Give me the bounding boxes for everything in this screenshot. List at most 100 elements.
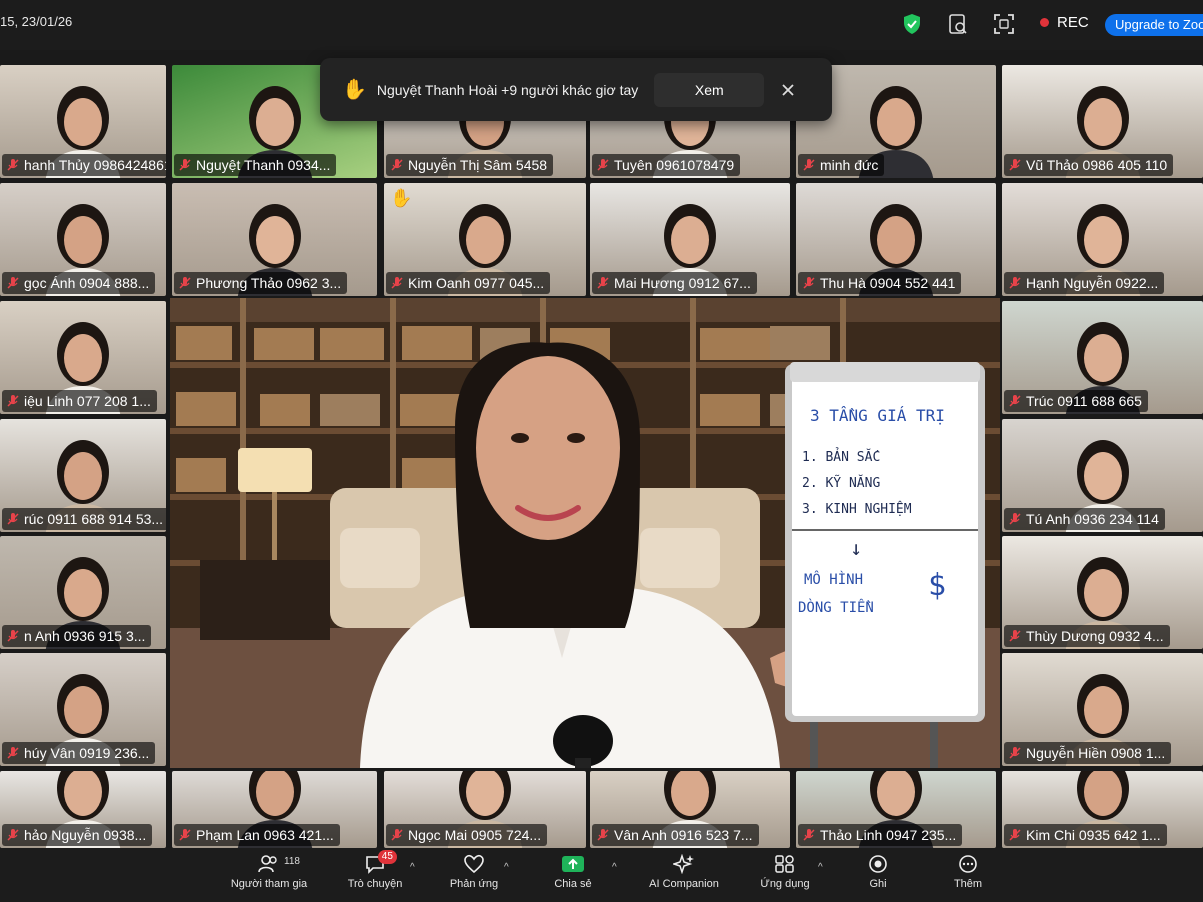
rec-label: REC xyxy=(1057,14,1089,31)
apps-button[interactable]: Ứng dụng xyxy=(756,854,814,890)
more-label: Thêm xyxy=(953,878,983,890)
presenter-video[interactable]: 3 TẦNG GIÁ TRỊ 1. BẢN SẮC 2. KỸ NĂNG 3. … xyxy=(170,298,1000,768)
participant-name-label: Vân Anh 0916 523 7... xyxy=(592,824,759,846)
participant-name-label: Kim Chi 0935 642 1... xyxy=(1004,824,1167,846)
more-button[interactable]: Thêm xyxy=(946,854,990,890)
recording-dot-icon xyxy=(1040,18,1049,27)
participant-name-label: Trúc 0911 688 665 xyxy=(1004,390,1148,412)
participant-tile[interactable]: ✋ Kim Oanh 0977 045... xyxy=(384,183,586,296)
participant-name-label: Mai Hương 0912 67... xyxy=(592,272,757,294)
whiteboard-bottom-2: DÒNG TIỀN xyxy=(798,600,874,616)
record-button[interactable]: Ghi xyxy=(858,854,898,890)
shield-icon[interactable] xyxy=(900,12,924,36)
participant-name-label: Tuyên 0961078479 xyxy=(592,154,741,176)
participant-name-label: iệu Linh 077 208 1... xyxy=(2,390,157,412)
chat-caret-icon[interactable]: ^ xyxy=(410,862,415,873)
participant-name: rúc 0911 688 914 53... xyxy=(24,511,164,527)
chat-button[interactable]: Trò chuyện 45 xyxy=(340,850,410,890)
participant-tile[interactable]: Phạm Lan 0963 421... xyxy=(172,771,377,848)
mic-muted-icon xyxy=(1009,277,1021,289)
participant-tile[interactable]: Vân Anh 0916 523 7... xyxy=(590,771,790,848)
participant-tile[interactable]: iệu Linh 077 208 1... xyxy=(0,301,166,414)
participant-name: Phương Thảo 0962 3... xyxy=(196,275,342,291)
participant-name-label: húy Vân 0919 236... xyxy=(2,742,156,764)
reactions-label: Phản ứng xyxy=(449,878,499,890)
participant-tile[interactable]: Nguyễn Hiền 0908 1... xyxy=(1002,653,1203,766)
ai-companion-label: AI Companion xyxy=(649,878,719,890)
participant-name: Nguyễn Hiền 0908 1... xyxy=(1026,745,1166,761)
raised-hand-icon: ✋ xyxy=(342,79,367,101)
participant-tile[interactable]: Thu Hà 0904 552 441 xyxy=(796,183,996,296)
participant-name-label: Thu Hà 0904 552 441 xyxy=(798,272,962,294)
participant-name-label: n Anh 0936 915 3... xyxy=(2,625,152,647)
participant-tile[interactable]: n Anh 0936 915 3... xyxy=(0,536,166,649)
mic-muted-icon xyxy=(7,630,19,642)
reactions-button[interactable]: Phản ứng xyxy=(444,854,504,890)
participant-name-label: Thảo Linh 0947 235... xyxy=(798,824,963,846)
mic-muted-icon xyxy=(7,159,19,171)
apps-caret-icon[interactable]: ^ xyxy=(818,862,823,873)
mic-muted-icon xyxy=(597,829,609,841)
share-button[interactable]: Chia sẻ xyxy=(548,854,598,890)
mic-muted-icon xyxy=(7,395,19,407)
mic-muted-icon xyxy=(803,159,815,171)
participant-name: n Anh 0936 915 3... xyxy=(24,628,146,644)
chat-badge: 45 xyxy=(377,850,397,864)
participant-name-label: hanh Thủy 0986424861 xyxy=(2,154,166,176)
share-caret-icon[interactable]: ^ xyxy=(612,862,617,873)
whiteboard-title: 3 TẦNG GIÁ TRỊ xyxy=(810,406,945,425)
whiteboard-dollar: $ xyxy=(928,568,947,603)
participant-name: minh đức xyxy=(820,157,879,173)
participant-name-label: Nguyễn Hiền 0908 1... xyxy=(1004,742,1172,764)
recording-indicator[interactable]: REC xyxy=(1040,14,1089,31)
whiteboard: 3 TẦNG GIÁ TRỊ 1. BẢN SẮC 2. KỸ NĂNG 3. … xyxy=(792,372,978,716)
more-icon xyxy=(959,855,977,873)
participant-tile[interactable]: Phương Thảo 0962 3... xyxy=(172,183,377,296)
participant-name-label: Vũ Thảo 0986 405 110 xyxy=(1004,154,1174,176)
mic-muted-icon xyxy=(391,277,403,289)
reactions-caret-icon[interactable]: ^ xyxy=(504,862,509,873)
participant-name-label: Phạm Lan 0963 421... xyxy=(174,824,340,846)
participant-name: Tú Anh 0936 234 114 xyxy=(1026,511,1159,527)
participant-name: hanh Thủy 0986424861 xyxy=(24,157,166,173)
participants-button[interactable]: Người tham gia 118 xyxy=(226,854,312,890)
view-options-icon[interactable] xyxy=(946,12,970,36)
participant-tile[interactable]: hảo Nguyễn 0938... xyxy=(0,771,166,848)
ai-companion-button[interactable]: AI Companion xyxy=(644,854,724,890)
participant-tile[interactable]: Thảo Linh 0947 235... xyxy=(796,771,996,848)
sparkle-icon xyxy=(673,854,694,874)
participant-name-label: rúc 0911 688 914 53... xyxy=(2,508,166,530)
participant-name: Kim Oanh 0977 045... xyxy=(408,275,545,291)
participant-tile[interactable]: rúc 0911 688 914 53... xyxy=(0,419,166,532)
participant-tile[interactable]: Thùy Dương 0932 4... xyxy=(1002,536,1203,649)
participant-tile[interactable]: Tú Anh 0936 234 114 xyxy=(1002,419,1203,532)
participant-name: Nguyệt Thanh 0934... xyxy=(196,157,331,173)
mic-muted-icon xyxy=(7,513,19,525)
participant-tile[interactable]: Vũ Thảo 0986 405 110 xyxy=(1002,65,1203,178)
mic-muted-icon xyxy=(803,277,815,289)
participants-count: 118 xyxy=(284,856,300,867)
mic-muted-icon xyxy=(7,829,19,841)
participants-label: Người tham gia xyxy=(230,878,308,890)
close-icon[interactable] xyxy=(778,80,798,100)
participant-name: Ngọc Mai 0905 724... xyxy=(408,827,542,843)
participant-tile[interactable]: hanh Thủy 0986424861 xyxy=(0,65,166,178)
participant-name-label: Tú Anh 0936 234 114 xyxy=(1004,508,1165,530)
upgrade-button[interactable]: Upgrade to Zoom xyxy=(1105,14,1203,36)
participant-name: Trúc 0911 688 665 xyxy=(1026,393,1142,409)
mic-muted-icon xyxy=(179,829,191,841)
mic-muted-icon xyxy=(179,277,191,289)
participant-tile[interactable]: Mai Hương 0912 67... xyxy=(590,183,790,296)
mic-muted-icon xyxy=(391,829,403,841)
mic-muted-icon xyxy=(1009,513,1021,525)
fullscreen-icon[interactable] xyxy=(992,12,1016,36)
participant-tile[interactable]: Hạnh Nguyễn 0922... xyxy=(1002,183,1203,296)
participant-tile[interactable]: Ngọc Mai 0905 724... xyxy=(384,771,586,848)
participant-tile[interactable]: húy Vân 0919 236... xyxy=(0,653,166,766)
participant-tile[interactable]: gọc Ánh 0904 888... xyxy=(0,183,166,296)
share-label: Chia sẻ xyxy=(554,878,592,890)
participant-tile[interactable]: Kim Chi 0935 642 1... xyxy=(1002,771,1203,848)
view-button[interactable]: Xem xyxy=(654,72,765,107)
participant-tile[interactable]: Trúc 0911 688 665 xyxy=(1002,301,1203,414)
participant-name: Nguyễn Thị Sâm 5458 xyxy=(408,157,548,173)
